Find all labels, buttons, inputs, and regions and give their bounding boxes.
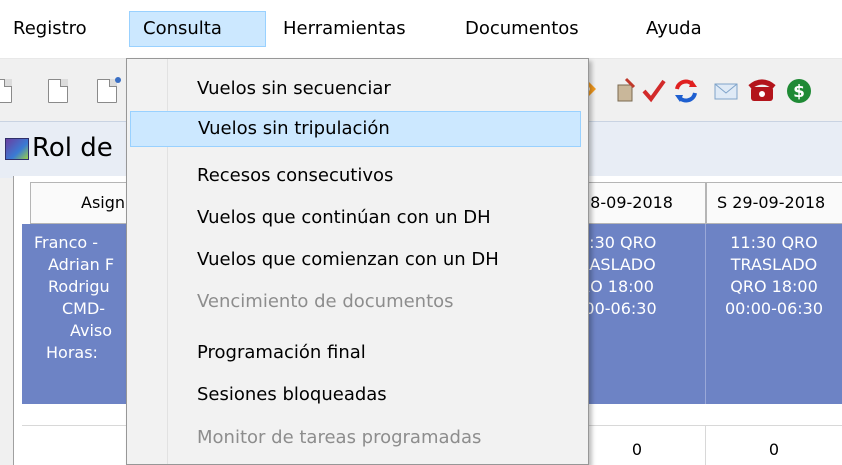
check-icon[interactable] — [640, 77, 668, 105]
copy-document-icon[interactable] — [48, 77, 76, 105]
duty-period: :00-06:30 — [579, 299, 657, 318]
flight-time: 11:30 QRO — [730, 233, 818, 252]
menu-item-vuelos-sin-tripulacion[interactable]: Vuelos sin tripulación — [130, 111, 581, 147]
flight-type: RASLADO — [579, 255, 656, 274]
svg-text:$: $ — [793, 82, 805, 102]
menu-item-programacion-final[interactable]: Programación final — [130, 335, 581, 371]
duty-period: 00:00-06:30 — [725, 299, 823, 318]
flight-type: TRASLADO — [730, 255, 818, 274]
menu-ayuda[interactable]: Ayuda — [633, 11, 715, 47]
menu-registro[interactable]: Registro — [0, 11, 100, 47]
menu-item-vuelos-comienzan-dh[interactable]: Vuelos que comienzan con un DH — [130, 242, 581, 278]
menu-consulta[interactable]: Consulta — [129, 11, 266, 47]
menu-item-monitor-tareas: Monitor de tareas programadas — [197, 427, 482, 448]
schedule-cell-28[interactable]: 1:30 QRO RASLADO RO 18:00 :00-06:30 — [569, 224, 706, 404]
menu-documentos[interactable]: Documentos — [452, 11, 592, 47]
edit-document-icon[interactable] — [97, 77, 125, 105]
menu-bar: Registro Consulta Herramientas Documento… — [0, 0, 842, 59]
column-header-date-28[interactable]: 28-09-2018 — [569, 182, 706, 224]
column-header-date-29[interactable]: S 29-09-2018 — [706, 182, 842, 224]
app-logo-icon — [5, 138, 29, 160]
clean-icon[interactable] — [612, 77, 640, 105]
menu-item-recesos-consecutivos[interactable]: Recesos consecutivos — [130, 158, 581, 194]
menu-item-sesiones-bloqueadas[interactable]: Sesiones bloqueadas — [130, 377, 581, 413]
flight-time: 1:30 QRO — [579, 233, 657, 252]
total-cell-28: 0 — [569, 426, 706, 465]
menu-item-vencimiento-documentos: Vencimiento de documentos — [197, 291, 454, 312]
flight-arrival: RO 18:00 — [579, 277, 654, 296]
new-document-icon[interactable] — [0, 77, 20, 105]
menu-herramientas[interactable]: Herramientas — [270, 11, 419, 47]
schedule-cell-29[interactable]: 11:30 QRO TRASLADO QRO 18:00 00:00-06:30 — [706, 224, 842, 404]
window-title: Rol de — [32, 133, 113, 163]
mail-icon[interactable] — [712, 77, 740, 105]
menu-item-vuelos-sin-secuenciar[interactable]: Vuelos sin secuenciar — [130, 71, 581, 107]
consulta-dropdown-menu: Vuelos sin secuenciar Vuelos sin tripula… — [126, 58, 589, 465]
refresh-icon[interactable] — [672, 77, 700, 105]
phone-icon[interactable] — [748, 77, 776, 105]
money-icon[interactable]: $ — [785, 77, 813, 105]
total-cell-29: 0 — [706, 426, 842, 465]
menu-item-vuelos-continuan-dh[interactable]: Vuelos que continúan con un DH — [130, 200, 581, 236]
flight-arrival: QRO 18:00 — [730, 277, 818, 296]
